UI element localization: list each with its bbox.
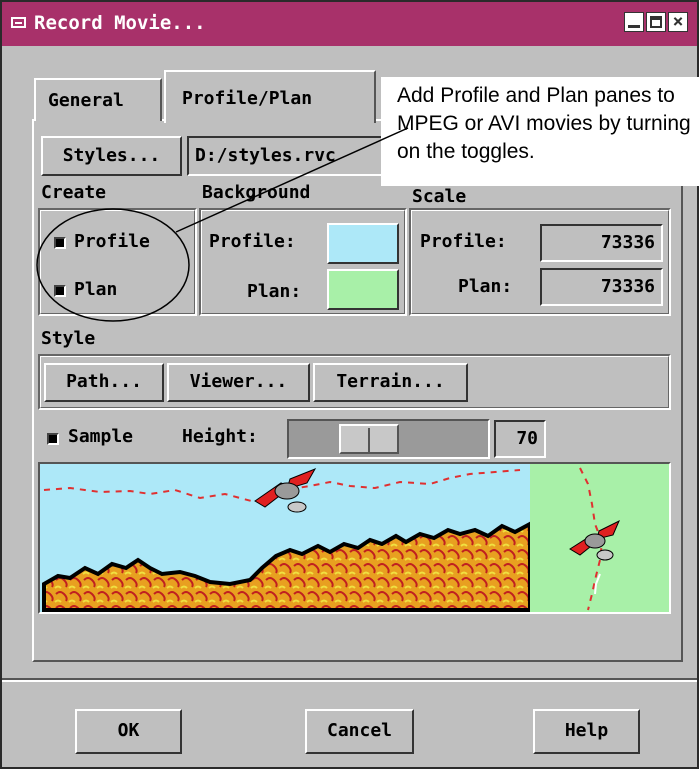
annotation-overlay: [36, 127, 409, 322]
toggles-highlight-circle: [36, 208, 190, 322]
callout-leader-line: [175, 127, 409, 233]
